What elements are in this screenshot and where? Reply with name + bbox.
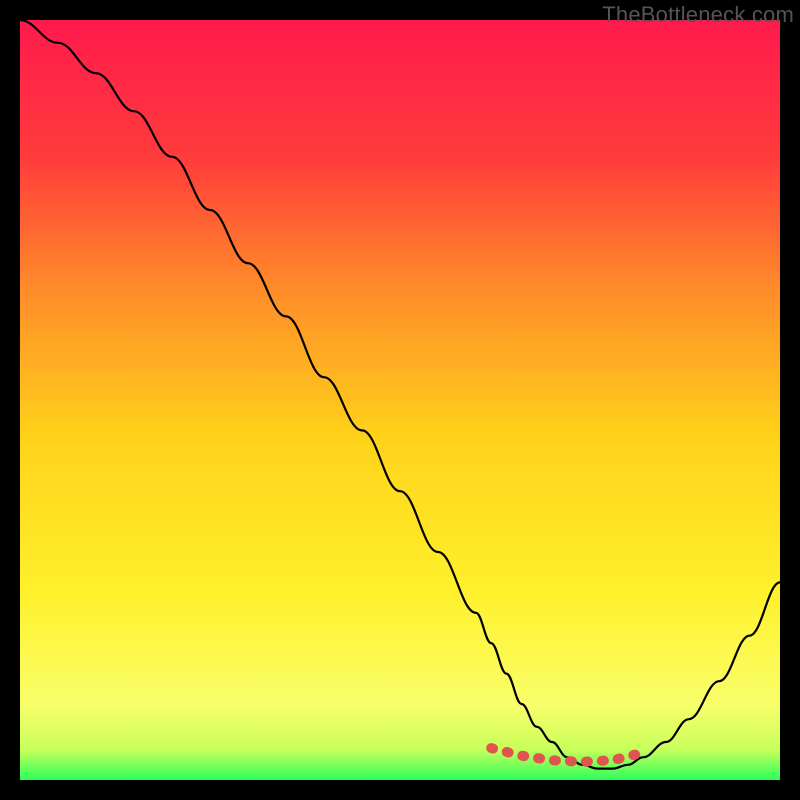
gradient-background [20,20,780,780]
chart-svg [20,20,780,780]
chart-plot-area [20,20,780,780]
watermark-text: TheBottleneck.com [602,2,794,28]
chart-frame: TheBottleneck.com [0,0,800,800]
